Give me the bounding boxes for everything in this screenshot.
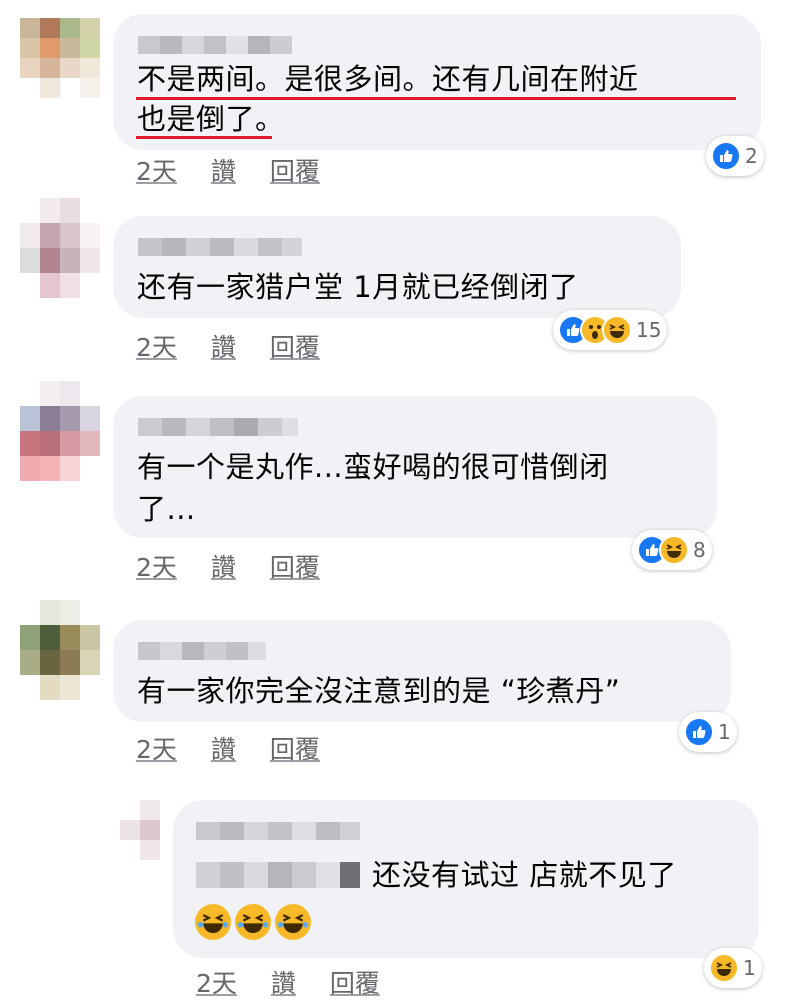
like-action[interactable]: 讚 (211, 548, 236, 584)
like-action[interactable]: 讚 (211, 328, 236, 364)
avatar[interactable] (20, 600, 100, 700)
laughing-tears-emoji-icon (275, 904, 311, 940)
timestamp-link[interactable]: 2天 (136, 730, 177, 766)
reaction-summary[interactable]: 15 (553, 310, 668, 350)
avatar[interactable] (20, 381, 100, 481)
comment-text: 有一个是丸作...蛮好喝的很可惜倒闭 (137, 450, 609, 484)
comment-text: 也是倒了。 (137, 102, 285, 136)
reply-action[interactable]: 回覆 (270, 730, 320, 766)
reaction-summary[interactable]: 8 (632, 530, 712, 570)
commenter-name-blurred[interactable] (196, 822, 360, 840)
reaction-count: 1 (718, 720, 731, 744)
emoji-row (195, 904, 315, 940)
reaction-count: 8 (693, 538, 706, 562)
comment-text: 还没有试过 店就不见了 (372, 858, 677, 892)
like-icon (711, 141, 741, 171)
comment-actions: 2天 讚 回覆 (136, 152, 320, 188)
like-action[interactable]: 讚 (271, 964, 296, 1000)
reaction-summary[interactable]: 2 (706, 136, 764, 176)
reaction-count: 15 (636, 318, 662, 342)
reply-action[interactable]: 回覆 (270, 152, 320, 188)
commenter-name-blurred[interactable] (138, 418, 298, 436)
reply-action[interactable]: 回覆 (330, 964, 380, 1000)
comment-actions: 2天 讚 回覆 (136, 328, 320, 364)
comment-actions: 2天 讚 回覆 (136, 548, 320, 584)
reaction-count: 2 (745, 144, 758, 168)
comment-actions: 2天 讚 回覆 (136, 730, 320, 766)
reply-action[interactable]: 回覆 (270, 548, 320, 584)
comment-actions: 2天 讚 回覆 (196, 964, 380, 1000)
avatar[interactable] (20, 198, 100, 298)
reaction-count: 1 (743, 956, 756, 980)
timestamp-link[interactable]: 2天 (196, 964, 237, 1000)
commenter-name-blurred[interactable] (138, 642, 266, 660)
haha-icon (659, 535, 689, 565)
tagged-name-blurred[interactable] (196, 862, 360, 888)
red-underline (136, 136, 272, 139)
reaction-summary[interactable]: 1 (704, 948, 762, 988)
avatar[interactable] (20, 18, 100, 98)
laughing-tears-emoji-icon (235, 904, 271, 940)
haha-icon (602, 315, 632, 345)
haha-icon (709, 953, 739, 983)
commenter-name-blurred[interactable] (138, 36, 292, 54)
comment-text: 了... (137, 492, 196, 526)
comment-text: 不是两间。是很多间。还有几间在附近 (137, 62, 639, 96)
reply-action[interactable]: 回覆 (270, 328, 320, 364)
timestamp-link[interactable]: 2天 (136, 152, 177, 188)
commenter-name-blurred[interactable] (138, 238, 302, 256)
like-action[interactable]: 讚 (211, 152, 236, 188)
comment-text: 还有一家猎户堂 1月就已经倒闭了 (137, 270, 579, 304)
reaction-summary[interactable]: 1 (679, 712, 737, 752)
like-action[interactable]: 讚 (211, 730, 236, 766)
laughing-tears-emoji-icon (195, 904, 231, 940)
like-icon (684, 717, 714, 747)
comment-text: 有一家你完全沒注意到的是 “珍煮丹” (137, 674, 621, 708)
avatar[interactable] (120, 800, 160, 860)
timestamp-link[interactable]: 2天 (136, 328, 177, 364)
timestamp-link[interactable]: 2天 (136, 548, 177, 584)
